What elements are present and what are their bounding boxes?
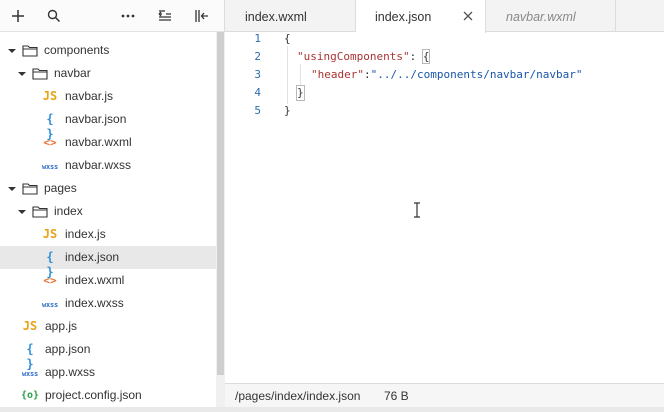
tree-folder-navbar[interactable]: navbar	[0, 62, 216, 85]
line-number: 1	[254, 32, 261, 45]
tab-index-wxml[interactable]: index.wxml	[225, 0, 356, 32]
chevron-down-icon[interactable]	[17, 207, 27, 217]
scrollbar-thumb[interactable]	[217, 32, 224, 375]
tree-file-navbar-js[interactable]: JS navbar.js	[0, 85, 216, 108]
close-icon[interactable]	[462, 10, 474, 22]
folder-open-icon	[22, 183, 38, 195]
indent-guide	[287, 46, 288, 104]
chevron-down-icon[interactable]	[17, 69, 27, 79]
tree-item-label: project.config.json	[45, 388, 142, 402]
tree-item-label: app.js	[45, 319, 78, 333]
tree-file-app-wxss[interactable]: wxss app.wxss	[0, 361, 216, 384]
bottom-border	[0, 407, 664, 412]
tree-file-navbar-wxml[interactable]: <> navbar.wxml	[0, 131, 216, 154]
chevron-down-icon[interactable]	[7, 184, 17, 194]
editor-tab-bar: index.wxml index.json navbar.wxml	[225, 0, 664, 33]
tab-index-json[interactable]: index.json	[356, 0, 486, 33]
wxml-file-icon: <>	[43, 136, 57, 149]
tree-file-index-wxss[interactable]: wxss index.wxss	[0, 292, 216, 315]
tree-item-label: pages	[44, 181, 77, 195]
config-file-icon: {o}	[21, 390, 40, 401]
outline-icon[interactable]	[153, 4, 177, 28]
tree-item-label: navbar.wxml	[65, 135, 132, 149]
tree-item-label: index.js	[65, 227, 106, 241]
tree-file-index-js[interactable]: JS index.js	[0, 223, 216, 246]
code-editor: index.wxml index.json navbar.wxml 1 2 3 …	[225, 0, 664, 412]
indent-guide	[300, 64, 301, 86]
status-bar: /pages/index/index.json 76 B	[225, 383, 664, 407]
tab-label: navbar.wxml	[506, 10, 576, 24]
tab-label: index.wxml	[245, 10, 307, 24]
tree-item-label: components	[44, 43, 110, 57]
status-file-path: /pages/index/index.json	[235, 389, 361, 403]
tree-file-navbar-wxss[interactable]: wxss navbar.wxss	[0, 154, 216, 177]
tree-item-label: index.wxml	[65, 273, 125, 287]
tree-item-label: index.json	[65, 250, 120, 264]
code-line-3: "header":"../../components/navbar/navbar…	[311, 68, 583, 82]
explorer-toolbar	[0, 0, 224, 32]
tree-file-app-json[interactable]: { } app.json	[0, 338, 216, 371]
chevron-down-icon[interactable]	[7, 46, 17, 56]
tree-folder-components[interactable]: components	[0, 39, 216, 62]
tree-item-label: navbar	[54, 66, 91, 80]
js-file-icon: JS	[42, 89, 58, 103]
folder-open-icon	[32, 206, 48, 218]
tree-item-label: app.json	[45, 342, 91, 356]
wxss-file-icon: wxss	[41, 163, 59, 171]
tree-folder-pages[interactable]: pages	[0, 177, 216, 200]
line-number: 5	[254, 104, 261, 117]
line-number: 3	[254, 68, 261, 81]
line-number: 2	[254, 50, 261, 63]
line-number: 4	[254, 86, 261, 99]
tree-item-label: navbar.wxss	[65, 158, 132, 172]
code-line-2: "usingComponents": {	[297, 49, 431, 64]
tree-file-project-config[interactable]: {o} project.config.json	[0, 384, 216, 407]
wxss-file-icon: wxss	[41, 301, 59, 309]
search-icon[interactable]	[42, 4, 66, 28]
code-line-4: }	[296, 85, 305, 101]
folder-open-icon	[22, 45, 38, 57]
text-cursor-icon	[414, 202, 420, 218]
json-colon: :	[363, 68, 371, 81]
tree-item-label: navbar.json	[65, 112, 127, 126]
json-key: "header"	[311, 68, 364, 81]
folder-open-icon	[32, 68, 48, 80]
json-string-value: "../../components/navbar/navbar"	[370, 68, 583, 81]
more-icon[interactable]	[116, 4, 140, 28]
tree-item-label: index.wxss	[65, 296, 124, 310]
tree-item-label: navbar.js	[65, 89, 114, 103]
tree-folder-index[interactable]: index	[0, 200, 216, 223]
code-line-1: {	[284, 32, 291, 45]
json-colon: :	[409, 50, 423, 63]
js-file-icon: JS	[42, 227, 58, 241]
code-line-5: }	[284, 104, 291, 117]
matched-bracket: {	[421, 49, 431, 64]
wxss-file-icon: wxss	[21, 370, 39, 378]
tree-item-label: index	[54, 204, 83, 218]
wxml-file-icon: <>	[43, 274, 57, 287]
tab-label: index.json	[375, 10, 432, 24]
code-area[interactable]: 1 2 3 4 5 { "usingComponents": { "header…	[225, 32, 664, 382]
json-key: "usingComponents"	[297, 50, 410, 63]
status-file-size: 76 B	[384, 389, 409, 403]
tree-file-app-js[interactable]: JS app.js	[0, 315, 216, 338]
tree-file-navbar-json[interactable]: { } navbar.json	[0, 108, 216, 141]
collapse-icon[interactable]	[190, 4, 214, 28]
js-file-icon: JS	[22, 319, 38, 333]
tree-item-label: app.wxss	[45, 365, 96, 379]
add-icon[interactable]	[6, 4, 30, 28]
file-explorer-sidebar: components navbar JS navbar.js { } navba…	[0, 0, 225, 412]
tab-navbar-wxml[interactable]: navbar.wxml	[486, 0, 616, 32]
tree-file-index-wxml[interactable]: <> index.wxml	[0, 269, 216, 292]
tree-file-index-json[interactable]: { } index.json	[0, 246, 216, 279]
sidebar-scrollbar[interactable]	[216, 32, 225, 412]
